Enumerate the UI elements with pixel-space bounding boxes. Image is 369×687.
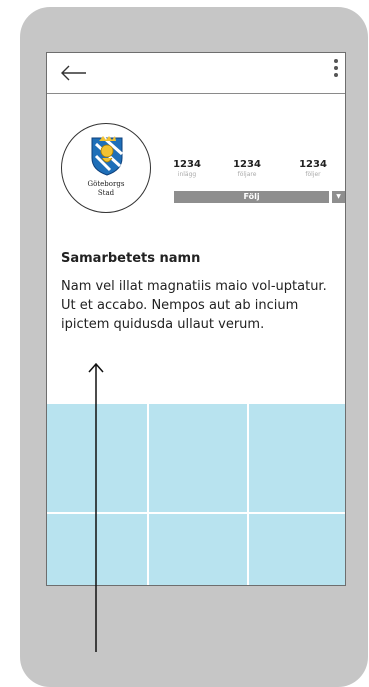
menu-dot <box>334 59 338 63</box>
grid-divider <box>147 404 149 585</box>
avatar[interactable]: Göteborgs Stad <box>61 123 151 213</box>
goteborg-crest-logo <box>91 136 123 176</box>
stat-followers-value: 1234 <box>233 159 261 170</box>
profile-bio: Nam vel illat magnatiis maio vol-uptatur… <box>61 279 327 332</box>
menu-dot <box>334 66 338 70</box>
stat-following-label: följer <box>305 171 321 178</box>
stat-following[interactable]: 1234 följer <box>285 159 341 179</box>
avatar-caption-line1: Göteborgs <box>87 180 125 188</box>
profile-name: Samarbetets namn <box>61 251 201 266</box>
stat-posts[interactable]: 1234 inlägg <box>159 159 215 179</box>
annotation-arrow-up <box>88 362 104 652</box>
stat-followers-label: följare <box>237 171 257 178</box>
menu-dot <box>334 73 338 77</box>
stat-posts-label: inlägg <box>177 171 197 178</box>
avatar-caption-line2: Stad <box>97 189 115 197</box>
top-bar <box>47 53 345 94</box>
stat-posts-value: 1234 <box>173 159 201 170</box>
follow-button[interactable]: Följ <box>174 191 329 203</box>
grid-divider <box>247 404 249 585</box>
more-vertical-icon[interactable] <box>333 59 339 83</box>
back-arrow-icon[interactable] <box>59 63 87 83</box>
stat-followers[interactable]: 1234 följare <box>219 159 275 179</box>
stat-following-value: 1234 <box>299 159 327 170</box>
follow-dropdown-button[interactable]: ▼ <box>332 191 345 203</box>
